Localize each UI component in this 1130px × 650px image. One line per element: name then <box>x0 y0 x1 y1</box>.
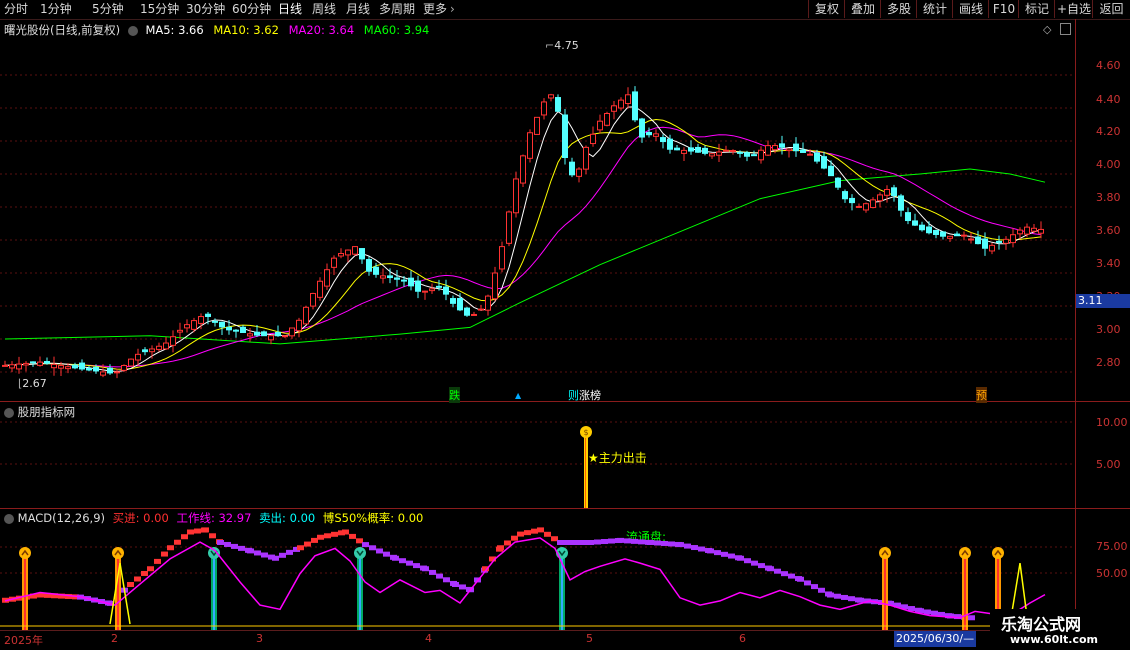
signal-tag-ze: 则 <box>568 389 579 402</box>
y-tick-280: 2.80 <box>1096 356 1121 369</box>
watermark-url: www.60lt.com <box>1010 633 1099 646</box>
high-price-label: 4.75 <box>554 39 579 52</box>
period-tab-monthly[interactable]: 月线 <box>346 2 370 17</box>
period-tab-minute[interactable]: 分时 <box>4 2 28 17</box>
main-force-signal: ★主力出击 <box>588 451 647 465</box>
watermark-title: 乐淘公式网 <box>1001 615 1082 634</box>
cursor-date-tag: 2025/06/30/— <box>894 631 977 647</box>
date-label-mar: 3 <box>256 632 263 645</box>
date-label-feb: 2 <box>111 632 118 645</box>
toolbar: 分时 1分钟 5分钟 15分钟 30分钟 60分钟 日线 周线 月线 多周期 更… <box>0 0 1130 20</box>
candlestick-chart <box>0 74 1075 379</box>
draw-line-button[interactable]: 画线 <box>952 0 989 18</box>
y-tick-440: 4.40 <box>1096 93 1121 106</box>
low-price-label: 2.67 <box>22 377 47 390</box>
indicator-chart: $ <box>0 421 1075 508</box>
multi-stock-button[interactable]: 多股 <box>880 0 917 18</box>
signal-tag-rise-list: 涨榜 <box>579 389 601 402</box>
date-axis: 2025年 2 3 4 5 6 2025/06/30/— <box>0 631 1075 650</box>
back-button[interactable]: 返回 <box>1092 0 1130 18</box>
add-watchlist-button[interactable]: +自选 <box>1054 0 1093 18</box>
period-tab-60min[interactable]: 60分钟 <box>232 2 271 17</box>
ind-y-tick-5: 5.00 <box>1096 458 1121 471</box>
f10-button[interactable]: F10 <box>988 0 1019 18</box>
macd-y-tick-50: 50.00 <box>1096 567 1128 580</box>
period-tab-15min[interactable]: 15分钟 <box>140 2 179 17</box>
statistics-button[interactable]: 统计 <box>916 0 953 18</box>
y-tick-360: 3.60 <box>1096 224 1121 237</box>
high-marker: ⌐4.75 <box>545 39 579 52</box>
date-label-apr: 4 <box>425 632 432 645</box>
y-tick-460: 4.60 <box>1096 59 1121 72</box>
mark-button[interactable]: 标记 <box>1018 0 1055 18</box>
y-tick-420: 4.20 <box>1096 125 1121 138</box>
low-marker: ⌊2.67 <box>18 377 47 390</box>
macd-y-tick-75: 75.00 <box>1096 540 1128 553</box>
watermark: 乐淘公式网 www.60lt.com <box>990 609 1130 650</box>
date-label-jun: 6 <box>739 632 746 645</box>
svg-text:$: $ <box>583 428 588 437</box>
y-tick-300: 3.00 <box>1096 323 1121 336</box>
date-label-may: 5 <box>586 632 593 645</box>
overlay-button[interactable]: 叠加 <box>844 0 881 18</box>
signal-tag-up-arrow: ▲ <box>515 391 522 400</box>
y-axis-divider <box>1075 19 1076 650</box>
period-tab-daily[interactable]: 日线 <box>278 2 302 17</box>
date-label-year: 2025年 <box>4 634 43 647</box>
y-tick-400: 4.00 <box>1096 158 1121 171</box>
adjust-button[interactable]: 复权 <box>808 0 845 18</box>
signal-tag-pre: 预 <box>976 387 987 403</box>
ind-y-tick-10: 10.00 <box>1096 416 1128 429</box>
period-tab-30min[interactable]: 30分钟 <box>186 2 225 17</box>
period-tab-weekly[interactable]: 周线 <box>312 2 336 17</box>
period-tab-1min[interactable]: 1分钟 <box>40 2 72 17</box>
y-tick-380: 3.80 <box>1096 191 1121 204</box>
y-tick-340: 3.40 <box>1096 257 1121 270</box>
chevron-right-icon[interactable]: › <box>450 2 455 17</box>
period-tab-multi[interactable]: 多周期 <box>379 2 415 17</box>
macd-chart <box>0 527 1075 630</box>
signal-tag-down: 跌 <box>449 387 460 403</box>
current-price-tag: 3.11 <box>1076 294 1130 308</box>
period-tab-5min[interactable]: 5分钟 <box>92 2 124 17</box>
period-tab-more[interactable]: 更多 <box>423 2 447 17</box>
